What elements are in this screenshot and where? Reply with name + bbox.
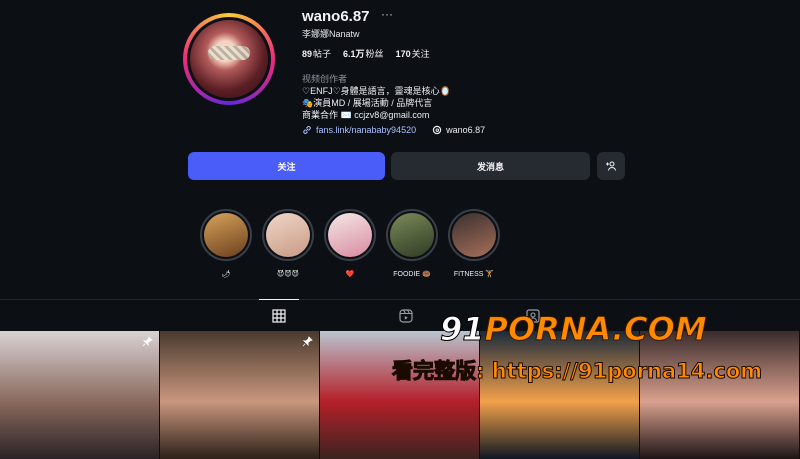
profile-bio: ♡ENFJ♡身體是語言，靈魂是核心🪞 🎭演員MD / 展場活動 / 品牌代言 商… — [302, 86, 451, 120]
tagged-icon — [526, 308, 540, 323]
profile-full-name: 李娜娜Nanatw — [302, 29, 360, 39]
post-thumbnail[interactable] — [0, 331, 159, 459]
highlight-label: 🌶 — [221, 271, 231, 278]
masquerade-mask-graphic — [208, 46, 250, 60]
threads-icon — [432, 125, 442, 135]
avatar-photo — [190, 20, 268, 98]
followers-count[interactable]: 6.1万粉丝 — [343, 47, 384, 60]
threads-handle: wano6.87 — [446, 125, 486, 135]
story-highlight[interactable]: FOODIE 🍩 — [385, 209, 439, 278]
highlight-ring — [262, 209, 314, 261]
suggested-accounts-button[interactable] — [597, 152, 625, 180]
profile-links: fans.link/nanababy94520 wano6.87 — [302, 125, 485, 135]
pinned-icon — [302, 336, 313, 347]
story-highlight[interactable]: 😈😈😈 — [261, 209, 315, 278]
follow-button[interactable]: 关注 — [188, 152, 385, 180]
following-count[interactable]: 170关注 — [396, 47, 430, 60]
link-icon — [303, 126, 311, 134]
external-link-text: fans.link/nanababy94520 — [316, 125, 417, 135]
posts-count: 89帖子 — [302, 49, 332, 59]
post-thumbnail[interactable] — [320, 331, 479, 459]
highlight-label: ❤️ — [345, 271, 355, 278]
tab-tagged[interactable] — [513, 300, 553, 331]
tab-posts[interactable] — [259, 299, 299, 331]
post-thumbnail[interactable] — [480, 331, 639, 459]
profile-tabs — [0, 299, 800, 332]
highlight-cover — [390, 213, 434, 257]
highlight-cover — [452, 213, 496, 257]
reels-icon — [399, 308, 413, 323]
highlight-label: FOODIE 🍩 — [393, 271, 431, 278]
highlight-ring — [448, 209, 500, 261]
profile-username: wano6.87 — [302, 8, 370, 25]
highlight-cover — [204, 213, 248, 257]
avatar-border — [187, 17, 271, 101]
story-highlight[interactable]: FITNESS 🏋 — [447, 209, 501, 278]
message-button[interactable]: 发消息 — [391, 152, 590, 180]
pinned-icon — [142, 336, 153, 347]
highlight-label: FITNESS 🏋 — [453, 271, 495, 278]
story-highlight[interactable]: ❤️ — [323, 209, 377, 278]
story-highlight[interactable]: 🌶 — [199, 209, 253, 278]
highlight-cover — [328, 213, 372, 257]
highlight-ring — [200, 209, 252, 261]
profile-stats: 89帖子 6.1万粉丝 170关注 — [302, 47, 430, 60]
post-grid — [0, 331, 800, 459]
highlight-label: 😈😈😈 — [277, 271, 299, 278]
profile-category: 视频创作者 — [302, 74, 348, 84]
more-options-icon[interactable]: ··· — [381, 7, 393, 21]
grid-icon — [272, 308, 286, 323]
highlight-ring — [386, 209, 438, 261]
threads-link[interactable]: wano6.87 — [432, 125, 485, 135]
external-link[interactable]: fans.link/nanababy94520 — [302, 125, 416, 135]
post-thumbnail[interactable] — [160, 331, 319, 459]
story-highlights: 🌶 😈😈😈 ❤️ FOODIE 🍩 FITNESS 🏋 — [199, 209, 501, 278]
post-thumbnail[interactable] — [640, 331, 799, 459]
highlight-ring — [324, 209, 376, 261]
add-person-icon — [606, 161, 616, 171]
highlight-cover — [266, 213, 310, 257]
tab-reels[interactable] — [386, 300, 426, 331]
profile-avatar[interactable] — [183, 13, 275, 105]
